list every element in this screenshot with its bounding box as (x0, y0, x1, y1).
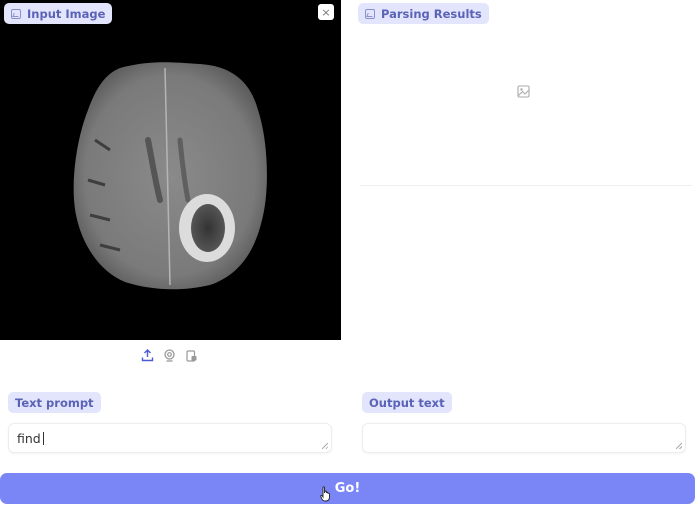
brain-mri-image (73, 62, 267, 290)
go-button-label: Go! (334, 481, 361, 496)
app-root: Input Image × Parsing Results Text promp… (0, 0, 700, 506)
image-icon (365, 8, 375, 19)
image-icon (11, 8, 21, 19)
text-prompt-label: Text prompt (8, 392, 101, 413)
text-prompt-value: find (17, 431, 41, 446)
image-source-bar (140, 348, 198, 362)
webcam-button[interactable] (162, 348, 176, 362)
output-text-label-text: Output text (369, 395, 445, 410)
text-prompt-input[interactable]: find (8, 423, 332, 453)
parsing-results-label: Parsing Results (358, 3, 489, 24)
close-icon: × (321, 5, 331, 19)
brain-shape (73, 62, 267, 290)
output-text-area[interactable] (362, 423, 686, 453)
parsing-results-label-text: Parsing Results (381, 6, 482, 21)
input-image-panel[interactable]: Input Image × (0, 0, 341, 340)
lesion-core (191, 204, 225, 252)
text-caret (42, 432, 44, 445)
input-image-label: Input Image (4, 3, 113, 24)
upload-button[interactable] (140, 348, 154, 362)
clear-image-button[interactable]: × (318, 4, 334, 20)
hand-cursor-icon (320, 486, 330, 502)
image-placeholder-icon (517, 85, 530, 98)
results-divider (360, 185, 692, 186)
resize-handle[interactable] (676, 443, 682, 449)
resize-handle[interactable] (322, 443, 328, 449)
upload-icon (141, 348, 153, 361)
output-text-label: Output text (362, 392, 452, 413)
webcam-icon (163, 348, 175, 362)
text-prompt-label-text: Text prompt (15, 395, 94, 410)
clipboard-icon (185, 349, 196, 362)
input-image-label-text: Input Image (27, 6, 106, 21)
go-button[interactable]: Go! (0, 473, 695, 504)
clipboard-button[interactable] (184, 348, 198, 362)
